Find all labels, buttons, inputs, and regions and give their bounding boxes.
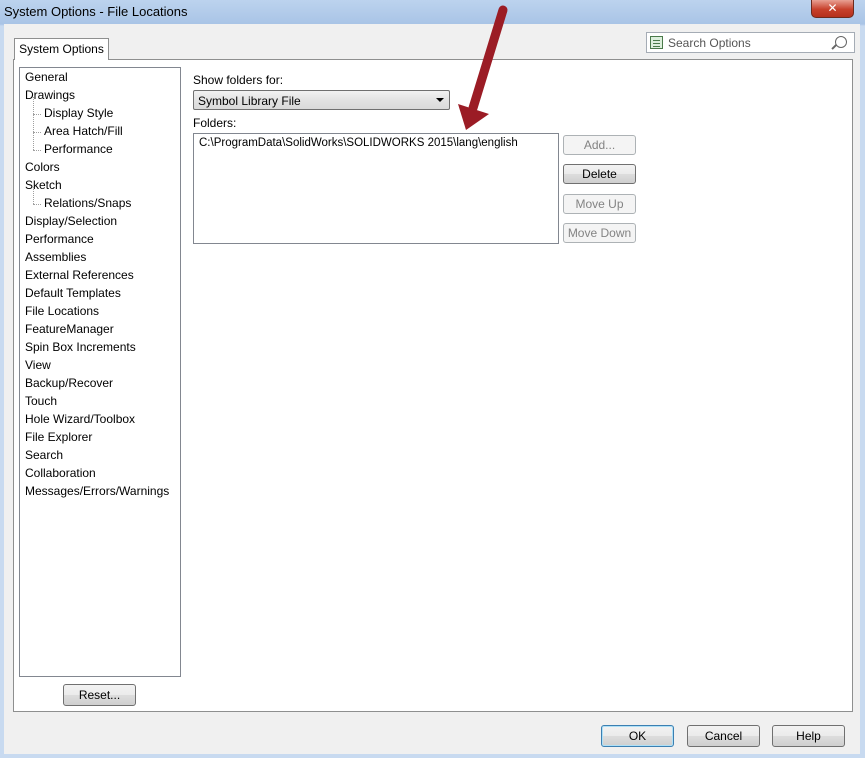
tree-item-spin-box-increments[interactable]: Spin Box Increments (25, 339, 136, 356)
tree-connector (33, 114, 41, 115)
tree-item-messages-errors-warnings[interactable]: Messages/Errors/Warnings (25, 483, 169, 500)
help-button[interactable]: Help (772, 725, 845, 747)
tree-item-default-templates[interactable]: Default Templates (25, 285, 121, 302)
tree-connector (33, 187, 34, 204)
tree-connector (33, 132, 41, 133)
tree-item-sketch[interactable]: Sketch (25, 177, 62, 194)
folders-label: Folders: (193, 116, 237, 130)
cancel-button[interactable]: Cancel (687, 725, 760, 747)
tree-item-view[interactable]: View (25, 357, 51, 374)
options-tree[interactable]: General Drawings Display Style Area Hatch/F… (19, 67, 181, 677)
window-title: System Options - File Locations (4, 4, 188, 19)
tree-connector (33, 204, 41, 205)
tree-item-file-explorer[interactable]: File Explorer (25, 429, 92, 446)
tree-item-display-style[interactable]: Display Style (44, 105, 113, 122)
tree-item-backup-recover[interactable]: Backup/Recover (25, 375, 113, 392)
tree-item-collaboration[interactable]: Collaboration (25, 465, 96, 482)
reset-button[interactable]: Reset... (63, 684, 136, 706)
move-down-button[interactable]: Move Down (563, 223, 636, 243)
tree-item-assemblies[interactable]: Assemblies (25, 249, 86, 266)
tree-item-file-locations[interactable]: File Locations (25, 303, 99, 320)
show-folders-value: Symbol Library File (198, 94, 301, 108)
tree-item-featuremanager[interactable]: FeatureManager (25, 321, 114, 338)
add-button[interactable]: Add... (563, 135, 636, 155)
tree-item-area-hatch-fill[interactable]: Area Hatch/Fill (44, 123, 123, 140)
close-button[interactable]: ✕ (811, 0, 854, 18)
close-icon: ✕ (827, 1, 838, 15)
tree-item-hole-wizard-toolbox[interactable]: Hole Wizard/Toolbox (25, 411, 135, 428)
tree-item-general[interactable]: General (25, 69, 68, 86)
show-folders-label: Show folders for: (193, 73, 284, 87)
tree-connector (33, 150, 41, 151)
search-input[interactable] (668, 34, 828, 51)
search-icon[interactable] (835, 36, 847, 48)
tree-connector (33, 133, 34, 150)
tree-item-relations-snaps[interactable]: Relations/Snaps (44, 195, 131, 212)
show-folders-select[interactable]: Symbol Library File (193, 90, 450, 110)
tree-item-performance[interactable]: Performance (44, 141, 113, 158)
tree-item-colors[interactable]: Colors (25, 159, 60, 176)
tree-item-performance[interactable]: Performance (25, 231, 94, 248)
folder-entry[interactable]: C:\ProgramData\SolidWorks\SOLIDWORKS 201… (199, 137, 518, 149)
folders-list[interactable]: C:\ProgramData\SolidWorks\SOLIDWORKS 201… (193, 133, 559, 244)
tree-connector (33, 97, 34, 114)
options-list-icon (650, 36, 663, 49)
chevron-down-icon (436, 98, 444, 102)
tree-connector (33, 115, 34, 132)
tab-system-options[interactable]: System Options (14, 38, 109, 60)
search-options-box[interactable] (646, 32, 855, 53)
tree-item-touch[interactable]: Touch (25, 393, 57, 410)
move-up-button[interactable]: Move Up (563, 194, 636, 214)
title-bar[interactable]: System Options - File Locations ✕ (0, 0, 865, 24)
tree-item-display-selection[interactable]: Display/Selection (25, 213, 117, 230)
delete-button[interactable]: Delete (563, 164, 636, 184)
ok-button[interactable]: OK (601, 725, 674, 747)
tree-item-search[interactable]: Search (25, 447, 63, 464)
tree-item-external-references[interactable]: External References (25, 267, 134, 284)
